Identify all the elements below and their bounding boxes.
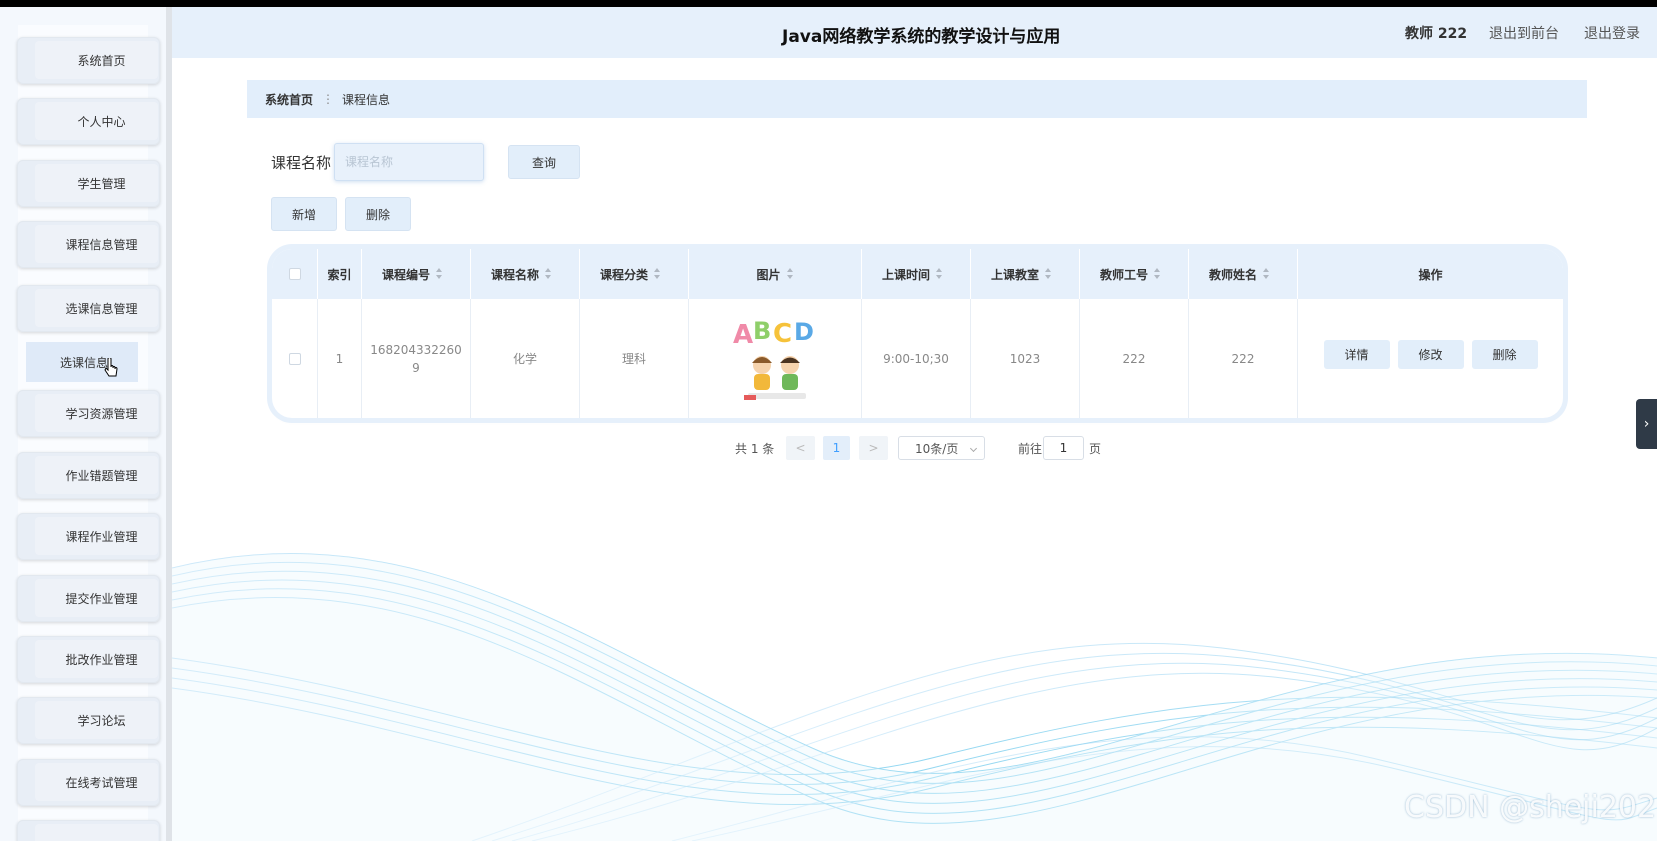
sort-icon[interactable]	[786, 268, 794, 280]
course-image-abcd-kids: A B C D	[733, 317, 814, 400]
sidebar-item-selection[interactable]: 选课信息管理	[17, 285, 160, 332]
column-header-image[interactable]: 图片	[689, 249, 862, 299]
sidebar-subitem-selection-info[interactable]: 选课信息	[26, 342, 138, 382]
pagination-prev-button[interactable]: <	[786, 436, 815, 460]
cell-actions: 详情 修改 删除	[1298, 295, 1563, 414]
column-header-room[interactable]: 上课教室	[971, 249, 1080, 299]
column-header-actions: 操作	[1418, 267, 1443, 282]
goto-prefix: 前往	[1018, 441, 1043, 456]
sort-icon[interactable]	[545, 268, 552, 280]
sidebar-item-exam[interactable]: 在线考试管理	[17, 759, 160, 806]
sidebar-item-profile[interactable]: 个人中心	[17, 98, 160, 145]
sidebar-item-label: 作业错题管理	[35, 456, 158, 494]
sidebar-item-mistakes[interactable]: 作业错题管理	[17, 452, 160, 499]
cell-index: 1	[318, 299, 362, 418]
sidebar-item-label: 系统首页	[35, 41, 158, 79]
sidebar-item-forum[interactable]: 学习论坛	[17, 697, 160, 744]
sidebar: 系统首页 个人中心 学生管理 课程信息管理 选课信息管理 选课信息 学习资源管理…	[0, 7, 172, 841]
select-all-checkbox[interactable]	[288, 268, 301, 280]
sort-icon[interactable]	[436, 268, 443, 280]
sidebar-item-label: 选课信息管理	[35, 289, 158, 327]
sidebar-item-label: 个人中心	[35, 102, 158, 140]
sidebar-item-course-info[interactable]: 课程信息管理	[17, 221, 160, 268]
cell-course-no: 168204332260 9	[362, 299, 471, 418]
search-button[interactable]: 查询	[508, 145, 580, 179]
column-header-teacher-name[interactable]: 教师姓名	[1189, 249, 1298, 299]
sidebar-item-label: 提交作业管理	[35, 579, 158, 617]
logout-link[interactable]: 退出登录	[1584, 23, 1640, 43]
back-to-frontend-link[interactable]: 退出到前台	[1489, 23, 1559, 43]
sidebar-item-label: 学生管理	[35, 164, 158, 202]
current-user: 教师 222	[1405, 26, 1468, 42]
sort-icon[interactable]	[654, 268, 661, 280]
detail-button[interactable]: 详情	[1323, 340, 1390, 369]
column-header-course-no[interactable]: 课程编号	[362, 249, 471, 299]
edit-button[interactable]: 修改	[1397, 340, 1464, 369]
pagination-next-button[interactable]: >	[859, 436, 888, 460]
mouse-cursor-icon	[104, 358, 118, 377]
svg-text:A: A	[733, 320, 753, 350]
chevron-down-icon	[969, 444, 978, 453]
cell-course-name: 化学	[471, 299, 580, 418]
sidebar-item-home[interactable]: 系统首页	[17, 37, 160, 84]
breadcrumb-separator: ⋮	[322, 92, 335, 106]
row-checkbox[interactable]	[288, 352, 301, 365]
course-name-search-input[interactable]	[334, 143, 484, 181]
sidebar-item-homework[interactable]: 课程作业管理	[17, 513, 160, 560]
sort-icon[interactable]	[1263, 268, 1270, 280]
pagination-page-1[interactable]: 1	[823, 436, 850, 460]
page-size-value: 10条/页	[915, 441, 959, 456]
add-button[interactable]: 新增	[271, 197, 337, 231]
sidebar-item-students[interactable]: 学生管理	[17, 160, 160, 207]
cell-category: 理科	[580, 299, 689, 418]
chevron-right-icon[interactable]: ›	[1636, 399, 1657, 449]
breadcrumb-home[interactable]: 系统首页	[265, 91, 313, 108]
page-size-select[interactable]: 10条/页	[898, 436, 985, 460]
watermark: CSDN @sheji202	[1404, 790, 1657, 825]
pagination-total: 共 1 条	[735, 441, 775, 456]
sidebar-item-label: 批改作业管理	[35, 640, 158, 678]
sort-icon[interactable]	[1154, 268, 1161, 280]
cell-room: 1023	[971, 299, 1080, 418]
breadcrumb-current: 课程信息	[342, 92, 391, 107]
top-bar	[0, 0, 1657, 7]
sidebar-item-label: 学习论坛	[35, 701, 158, 739]
sidebar-item-label: 学习资源管理	[35, 394, 158, 432]
svg-text:B: B	[753, 317, 771, 345]
breadcrumb: 系统首页 ⋮ 课程信息	[247, 80, 1587, 118]
cell-time: 9:00-10;30	[862, 299, 971, 418]
column-header-time[interactable]: 上课时间	[862, 249, 971, 299]
svg-text:C: C	[773, 319, 792, 349]
cell-teacher-name: 222	[1189, 299, 1298, 418]
cell-teacher-no: 222	[1080, 299, 1189, 418]
sidebar-item-label: 在线考试管理	[35, 763, 158, 801]
column-header-course-name[interactable]: 课程名称	[471, 249, 580, 299]
sidebar-item-resources[interactable]: 学习资源管理	[17, 390, 160, 437]
sidebar-subitem-label: 选课信息	[60, 355, 109, 370]
cell-image: A B C D	[689, 299, 862, 418]
goto-page-input[interactable]	[1043, 436, 1084, 460]
sort-icon[interactable]	[936, 268, 943, 280]
batch-delete-button[interactable]: 删除	[345, 197, 411, 231]
search-label: 课程名称	[271, 154, 332, 172]
sidebar-item-label: 课程信息管理	[35, 225, 158, 263]
course-table: 索引 课程编号 课程名称 课程分类 图片 上课时间 上课教室 教师工号 教师姓名…	[272, 249, 1563, 418]
sidebar-item-submit[interactable]: 提交作业管理	[17, 575, 160, 622]
column-header-index: 索引	[318, 249, 362, 299]
sidebar-item-label: 课程作业管理	[35, 517, 158, 555]
goto-suffix: 页	[1089, 441, 1102, 456]
sidebar-item-grading[interactable]: 批改作业管理	[17, 636, 160, 683]
page-title: Java网络教学系统的教学设计与应用	[782, 27, 1061, 47]
delete-button[interactable]: 删除	[1471, 340, 1538, 369]
column-header-category[interactable]: 课程分类	[580, 249, 689, 299]
header-select-all[interactable]	[272, 249, 318, 299]
sort-icon[interactable]	[1045, 268, 1052, 280]
row-select-cell[interactable]	[272, 299, 318, 418]
svg-text:D: D	[794, 318, 814, 346]
column-header-teacher-no[interactable]: 教师工号	[1080, 249, 1189, 299]
sidebar-item-more[interactable]	[17, 820, 160, 841]
